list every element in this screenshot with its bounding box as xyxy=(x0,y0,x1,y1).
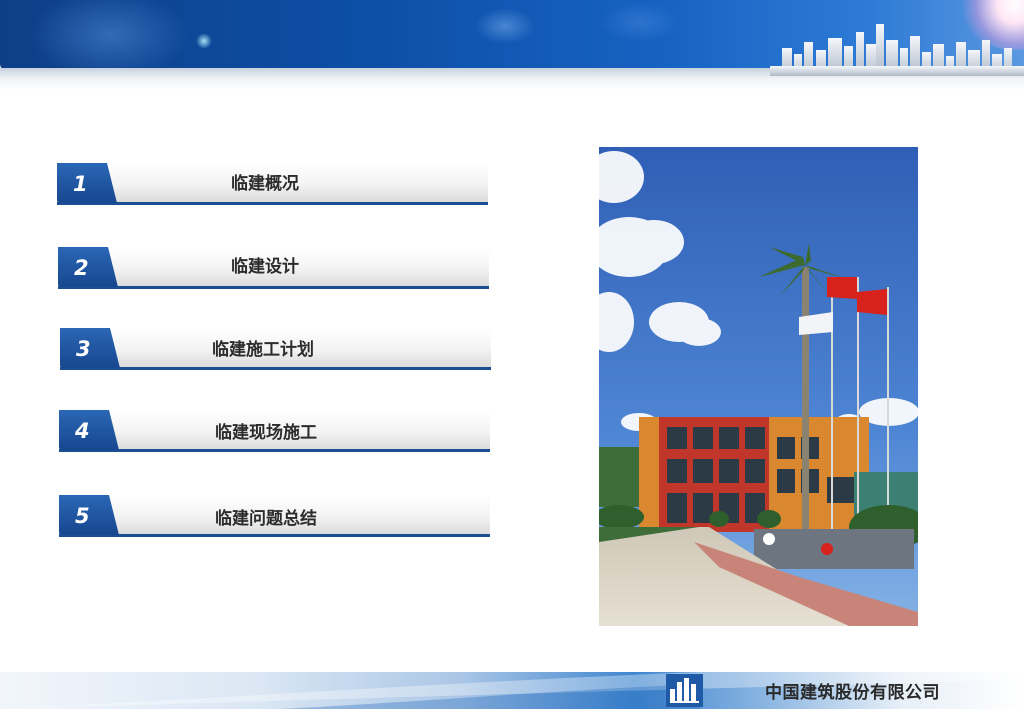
menu-label: 临建问题总结 xyxy=(215,509,317,529)
site-photo-image xyxy=(599,147,918,626)
cscec-logo-icon xyxy=(666,674,703,707)
menu-item-4[interactable]: 4 临建现场施工 xyxy=(59,410,490,452)
bokeh-light xyxy=(195,34,213,48)
menu-label: 临建现场施工 xyxy=(215,423,317,443)
city-skyline-icon xyxy=(770,24,1024,76)
bokeh-light xyxy=(600,2,680,42)
menu-item-5[interactable]: 5 临建问题总结 xyxy=(59,495,490,537)
site-photo xyxy=(599,147,918,626)
menu-number-badge: 4 xyxy=(59,410,119,450)
menu-label: 临建施工计划 xyxy=(212,340,314,360)
menu-number: 1 xyxy=(73,172,88,196)
menu-item-2[interactable]: 2 临建设计 xyxy=(58,247,489,289)
menu-number: 2 xyxy=(74,256,89,280)
menu-number: 5 xyxy=(75,504,90,528)
menu-number-badge: 1 xyxy=(57,163,117,203)
menu-number: 3 xyxy=(76,337,91,361)
menu-label: 临建概况 xyxy=(231,174,299,194)
menu-label: 临建设计 xyxy=(231,257,299,277)
menu-number: 4 xyxy=(75,419,90,443)
menu-number-badge: 2 xyxy=(58,247,118,287)
top-banner xyxy=(0,0,1024,90)
menu-item-1[interactable]: 1 临建概况 xyxy=(57,163,488,205)
bokeh-light xyxy=(475,8,535,44)
logo-mark xyxy=(666,674,703,707)
company-name: 中国建筑股份有限公司 xyxy=(765,683,940,703)
menu-number-badge: 5 xyxy=(59,495,119,535)
menu-item-3[interactable]: 3 临建施工计划 xyxy=(60,328,491,370)
menu-number-badge: 3 xyxy=(60,328,120,368)
